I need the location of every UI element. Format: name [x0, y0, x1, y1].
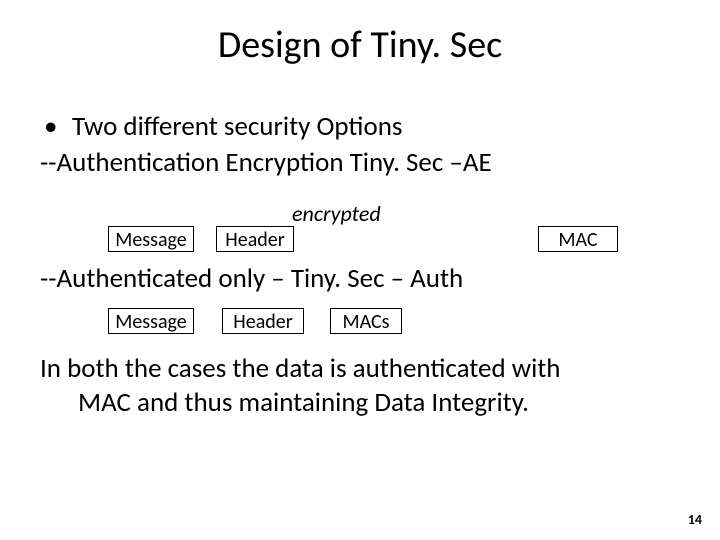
box-mac: MAC: [538, 226, 618, 252]
slide-title: Design of Tiny. Sec: [0, 22, 720, 68]
diagram-row-ae: Message Header MAC: [0, 226, 720, 256]
box-header: Header: [222, 308, 304, 334]
closing-line-1: In both the cases the data is authentica…: [40, 352, 680, 386]
bullet-item: • Two different security Options: [40, 110, 680, 144]
body-text: • Two different security Options --Authe…: [40, 110, 680, 180]
encrypted-label: encrypted: [292, 200, 381, 227]
closing-text: In both the cases the data is authentica…: [40, 352, 680, 420]
slide: Design of Tiny. Sec • Two different secu…: [0, 0, 720, 540]
bullet-dot: •: [40, 110, 72, 144]
diagram-row-auth: Message Header MACs: [0, 308, 720, 338]
line-ae: --Authentication Encryption Tiny. Sec –A…: [40, 146, 680, 180]
closing-line-2: MAC and thus maintaining Data Integrity.: [40, 386, 680, 420]
page-number: 14: [688, 511, 702, 528]
box-message: Message: [108, 226, 194, 252]
box-header: Header: [216, 226, 294, 252]
box-message: Message: [108, 308, 194, 334]
box-macs: MACs: [330, 308, 402, 334]
bullet-text: Two different security Options: [72, 110, 680, 144]
line-auth: --Authenticated only – Tiny. Sec – Auth: [40, 262, 680, 295]
